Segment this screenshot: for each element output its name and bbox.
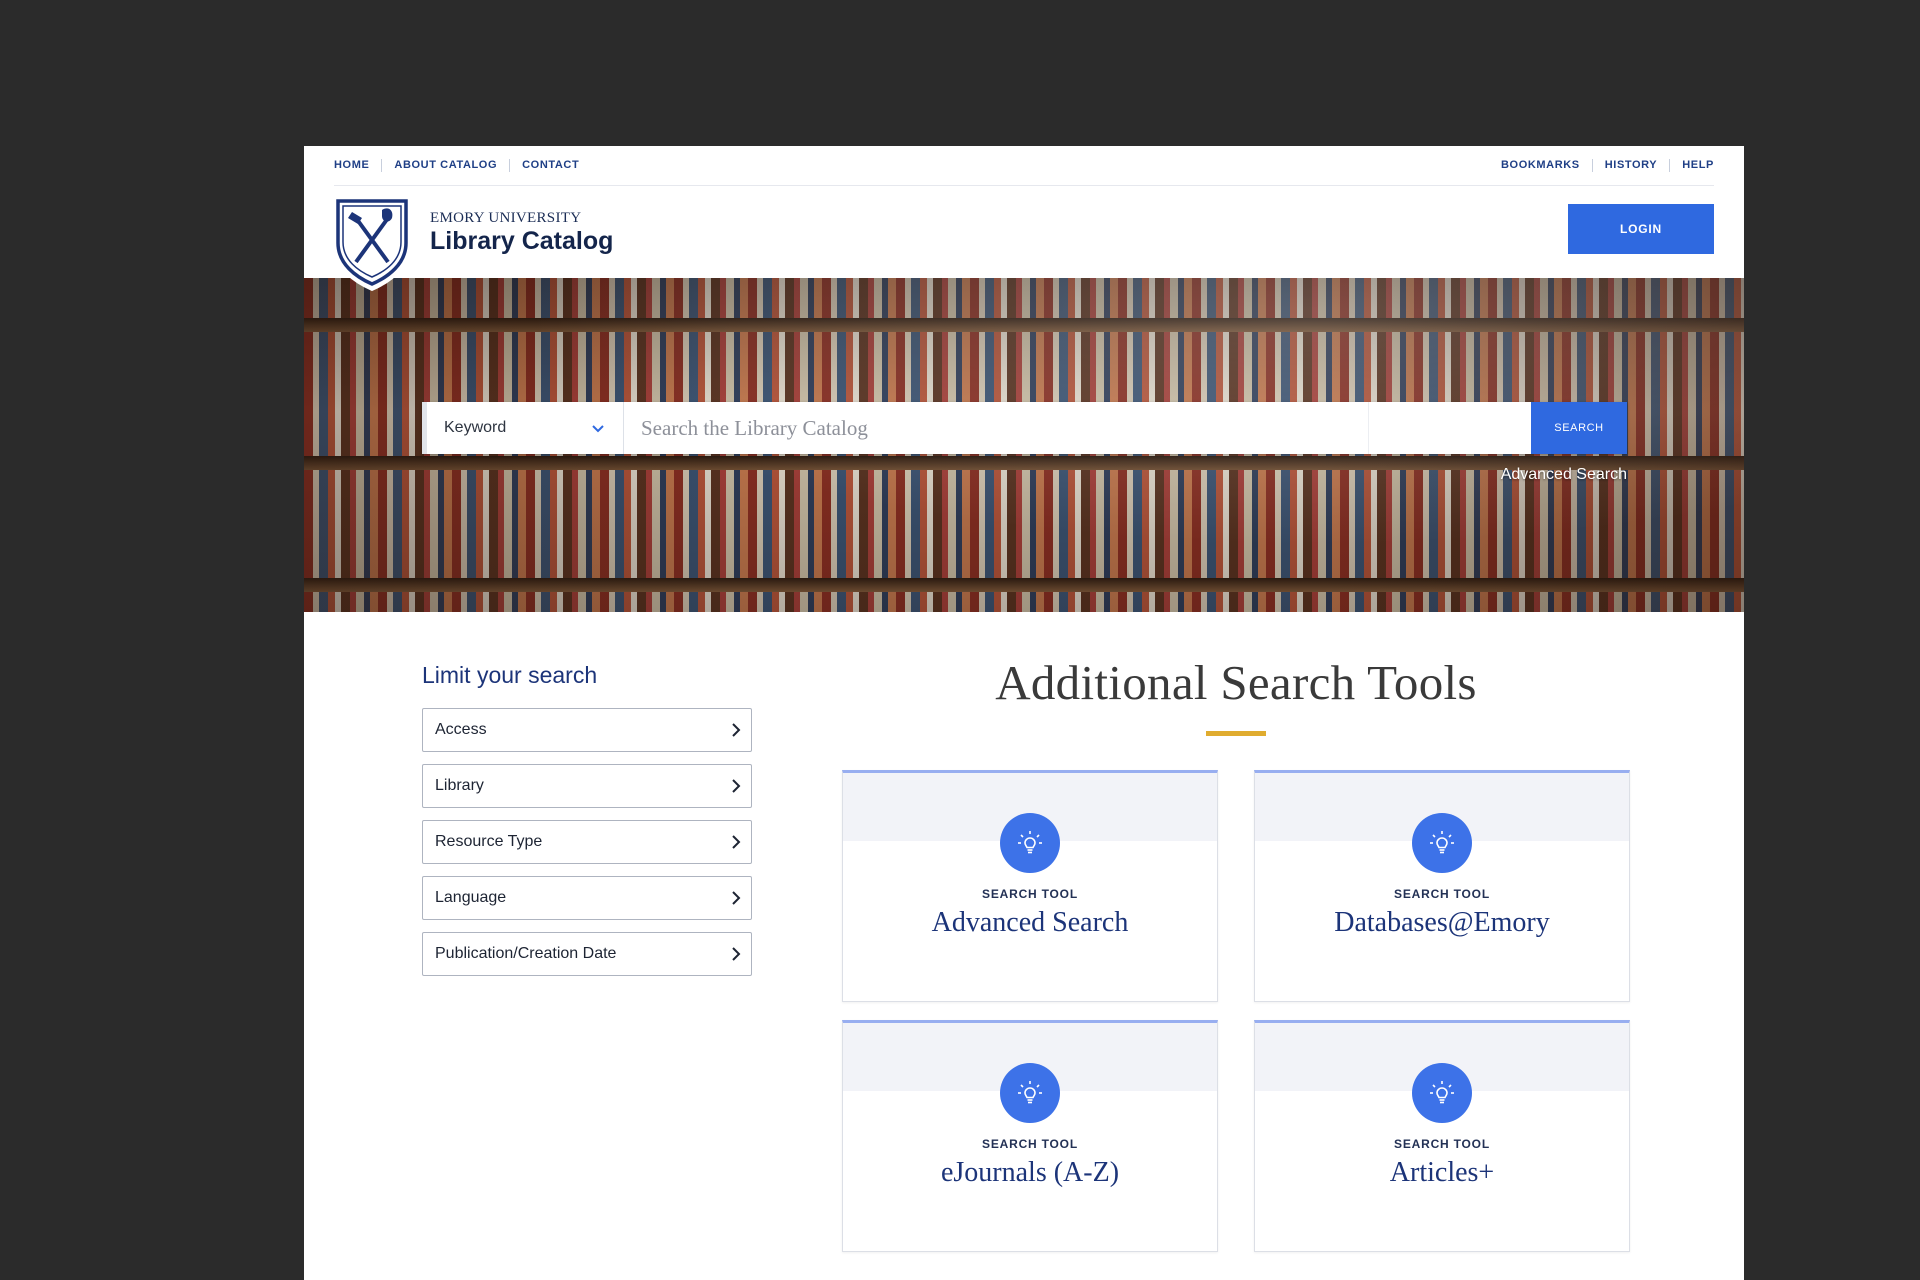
- main-content: Limit your search Access Library Resourc…: [304, 612, 1744, 1280]
- chevron-right-icon: [732, 947, 741, 961]
- nav-bookmarks-link[interactable]: BOOKMARKS: [1501, 159, 1592, 172]
- utility-nav-left: HOME ABOUT CATALOG CONTACT: [334, 159, 591, 172]
- chevron-right-icon: [732, 891, 741, 905]
- hero-banner: Keyword SEARCH Advanced Search: [304, 278, 1744, 612]
- tool-card-advanced-search[interactable]: SEARCH TOOL Advanced Search: [842, 770, 1218, 1002]
- nav-history-link[interactable]: HISTORY: [1591, 159, 1670, 172]
- chevron-right-icon: [732, 835, 741, 849]
- tool-kicker: SEARCH TOOL: [1394, 887, 1490, 901]
- tool-card-databases[interactable]: SEARCH TOOL Databases@Emory: [1254, 770, 1630, 1002]
- search-input[interactable]: [624, 402, 1368, 454]
- nav-home-link[interactable]: HOME: [334, 159, 381, 172]
- lightbulb-icon: [1000, 1063, 1060, 1123]
- brand-title: Library Catalog: [430, 227, 614, 255]
- facet-label: Publication/Creation Date: [435, 945, 617, 962]
- facet-label: Resource Type: [435, 833, 543, 850]
- search-tools-section: Additional Search Tools SEARCH TOOL Adva…: [841, 654, 1631, 1252]
- facet-access[interactable]: Access: [422, 708, 752, 752]
- brand[interactable]: EMORY UNIVERSITY Library Catalog: [430, 210, 613, 256]
- brand-university: EMORY UNIVERSITY: [430, 210, 582, 226]
- nav-about-catalog-link[interactable]: ABOUT CATALOG: [381, 159, 509, 172]
- tool-name: Advanced Search: [931, 907, 1129, 938]
- search-field-select[interactable]: Keyword: [422, 402, 624, 454]
- search-field-selected: Keyword: [444, 419, 507, 436]
- login-button[interactable]: LOGIN: [1568, 204, 1714, 254]
- search-tools-title: Additional Search Tools: [995, 655, 1477, 710]
- lightbulb-icon: [1000, 813, 1060, 873]
- facet-language[interactable]: Language: [422, 876, 752, 920]
- tool-name: Articles+: [1389, 1157, 1495, 1188]
- tool-name: Databases@Emory: [1334, 907, 1550, 938]
- emory-shield-icon[interactable]: [332, 196, 412, 292]
- title-underline: [1206, 731, 1266, 736]
- facet-label: Access: [435, 721, 487, 738]
- lightbulb-icon: [1412, 1063, 1472, 1123]
- chevron-right-icon: [732, 779, 741, 793]
- utility-nav-right: BOOKMARKS HISTORY HELP: [1501, 159, 1714, 172]
- facet-resource-type[interactable]: Resource Type: [422, 820, 752, 864]
- tool-card-ejournals[interactable]: SEARCH TOOL eJournals (A-Z): [842, 1020, 1218, 1252]
- search-input-spacer: [1368, 402, 1531, 454]
- limit-search-title: Limit your search: [422, 662, 598, 688]
- utility-nav: HOME ABOUT CATALOG CONTACT BOOKMARKS HIS…: [334, 146, 1714, 186]
- tool-card-articles-plus[interactable]: SEARCH TOOL Articles+: [1254, 1020, 1630, 1252]
- facet-publication-date[interactable]: Publication/Creation Date: [422, 932, 752, 976]
- lightbulb-icon: [1412, 813, 1472, 873]
- nav-help-link[interactable]: HELP: [1669, 159, 1714, 172]
- tool-kicker: SEARCH TOOL: [982, 1137, 1078, 1151]
- tool-kicker: SEARCH TOOL: [982, 887, 1078, 901]
- search-bar: Keyword SEARCH: [422, 402, 1627, 454]
- facet-label: Language: [435, 889, 507, 906]
- site-header: EMORY UNIVERSITY Library Catalog LOGIN: [304, 186, 1744, 292]
- facet-library[interactable]: Library: [422, 764, 752, 808]
- chevron-right-icon: [732, 723, 741, 737]
- nav-contact-link[interactable]: CONTACT: [509, 159, 591, 172]
- search-tools-grid: SEARCH TOOL Advanced Search SEARCH TOOL …: [841, 770, 1631, 1252]
- library-catalog-page: HOME ABOUT CATALOG CONTACT BOOKMARKS HIS…: [304, 146, 1744, 1280]
- chevron-down-icon: [592, 425, 604, 433]
- search-button[interactable]: SEARCH: [1531, 402, 1627, 454]
- tool-kicker: SEARCH TOOL: [1394, 1137, 1490, 1151]
- tool-name: eJournals (A-Z): [940, 1157, 1120, 1188]
- facet-label: Library: [435, 777, 484, 794]
- advanced-search-link[interactable]: Advanced Search: [1501, 466, 1627, 484]
- limit-search-panel: Limit your search Access Library Resourc…: [422, 662, 752, 988]
